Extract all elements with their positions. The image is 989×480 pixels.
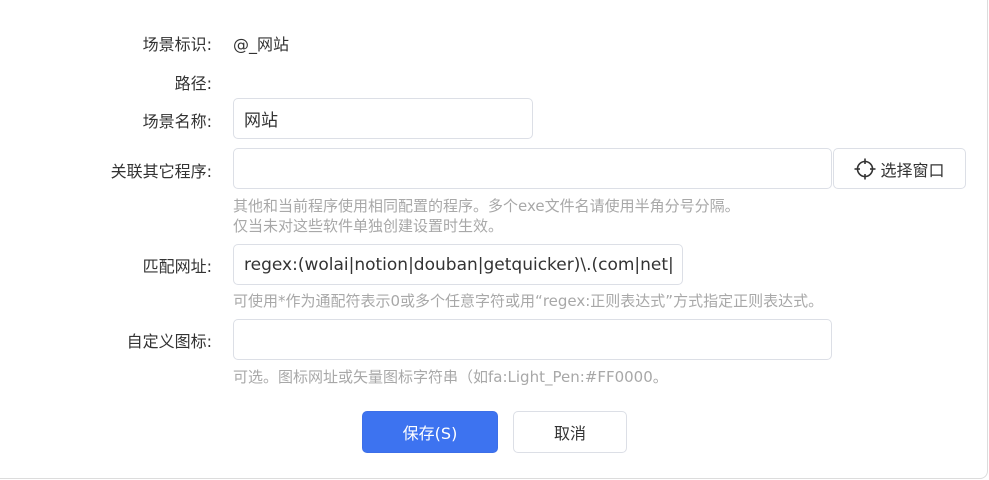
related-programs-label: 关联其它程序: <box>110 162 212 181</box>
crosshair-icon <box>854 158 876 180</box>
match-url-input[interactable]: regex:(wolai|notion|douban|getquicker)\.… <box>233 244 683 285</box>
match-url-hint: 可使用*作为通配符表示0或多个任意字符或用“regex:正则表达式”方式指定正则… <box>233 292 824 310</box>
path-label: 路径: <box>174 74 212 93</box>
save-button[interactable]: 保存(S) <box>362 411 498 453</box>
select-window-label: 选择窗口 <box>880 160 945 180</box>
scene-settings-dialog: 场景标识: @_网站 路径: 场景名称: 网站 关联其它程序: 选择窗口 其他和… <box>0 0 988 479</box>
related-programs-input[interactable] <box>233 148 832 189</box>
select-window-button[interactable]: 选择窗口 <box>833 148 966 189</box>
custom-icon-hint: 可选。图标网址或矢量图标字符串（如fa:Light_Pen:#FF0000。 <box>233 368 668 386</box>
match-url-label: 匹配网址: <box>142 257 212 276</box>
cancel-button[interactable]: 取消 <box>513 411 627 453</box>
related-programs-hint-1: 其他和当前程序使用相同配置的程序。多个exe文件名请使用半角分号分隔。 <box>233 197 740 215</box>
scene-name-input[interactable]: 网站 <box>233 98 533 139</box>
custom-icon-input[interactable] <box>233 319 832 360</box>
scene-name-label: 场景名称: <box>142 112 212 131</box>
scene-id-value: @_网站 <box>233 35 290 54</box>
related-programs-hint-2: 仅当未对这些软件单独创建设置时生效。 <box>233 217 504 235</box>
scene-id-label: 场景标识: <box>142 35 212 54</box>
custom-icon-label: 自定义图标: <box>126 332 212 351</box>
